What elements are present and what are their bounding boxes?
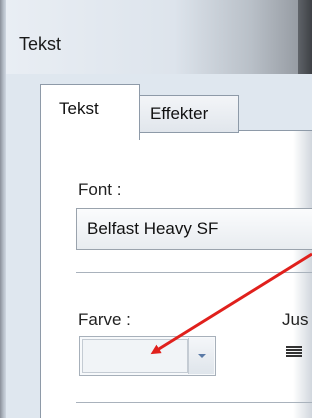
titlebar-edge [298,0,312,74]
window-title: Tekst [19,34,62,54]
font-select-value: Belfast Heavy SF [87,219,219,238]
font-label: Font : [78,180,122,199]
font-select[interactable]: Belfast Heavy SF [76,208,312,250]
section-divider [76,272,312,273]
panel-shade [293,131,312,418]
chevron-down-icon[interactable] [188,338,214,374]
tab-tekst[interactable]: Tekst [40,84,140,140]
color-dropdown[interactable] [79,336,216,376]
tab-tekst-label: Tekst [59,99,99,118]
tab-effekter-label: Effekter [150,104,209,123]
justify-icon[interactable] [286,346,302,360]
tab-effekter[interactable]: Effekter [139,95,239,133]
section-divider-bottom [76,402,312,403]
color-swatch[interactable] [82,339,188,373]
color-label: Farve : [78,310,131,329]
justify-label: Jus [282,310,309,329]
dialog-window: Tekst Tekst Effekter Font : Belfast Heav… [0,0,312,418]
